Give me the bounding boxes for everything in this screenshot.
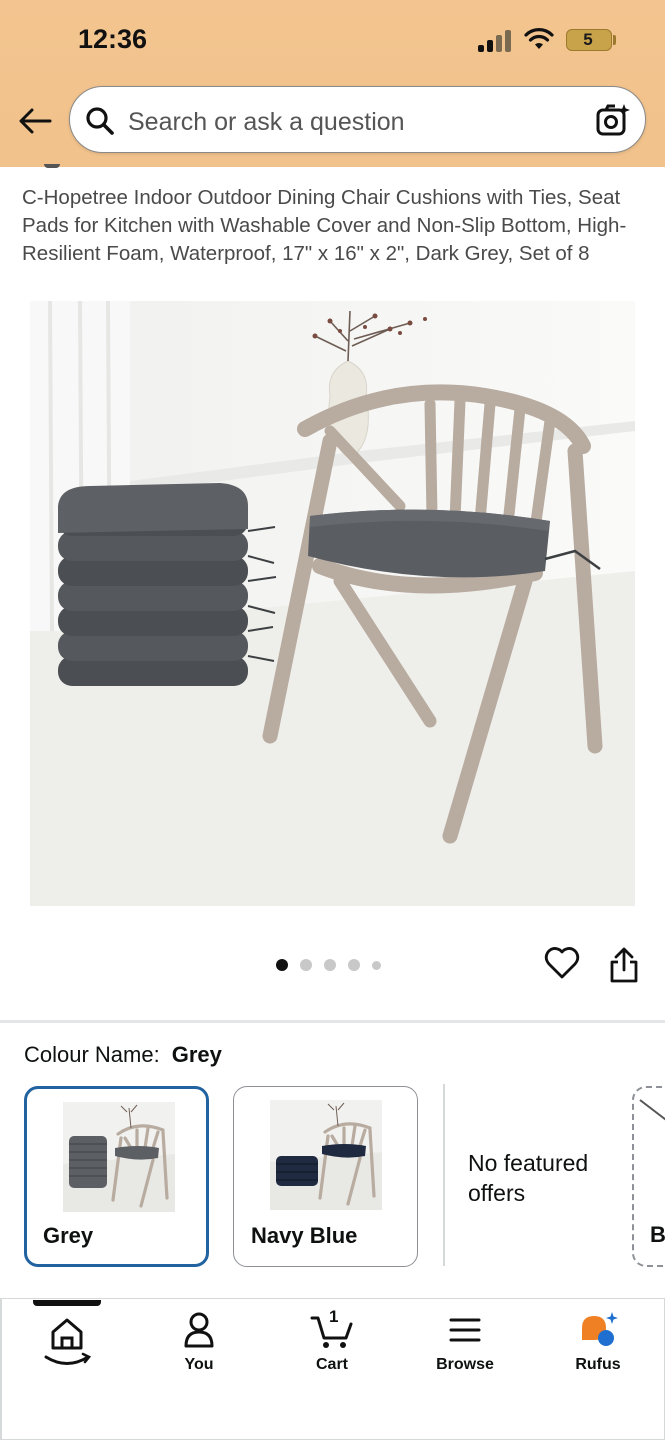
product-photo — [30, 301, 635, 906]
nav-label: Rufus — [575, 1356, 621, 1373]
scroll-hint — [44, 164, 60, 168]
colour-name-row: Colour Name: Grey — [24, 1042, 222, 1068]
back-arrow-icon — [19, 108, 52, 134]
swatch-label: Navy Blue — [251, 1223, 358, 1248]
nav-rufus[interactable]: Rufus — [543, 1310, 653, 1390]
rufus-icon — [582, 1312, 618, 1346]
person-icon — [184, 1312, 214, 1348]
section-divider — [0, 1020, 665, 1023]
nav-cart[interactable]: 1 Cart — [277, 1307, 387, 1390]
wifi-icon — [524, 28, 554, 49]
no-featured-offers: No featured offers — [468, 1150, 589, 1206]
product-title[interactable]: C-Hopetree Indoor Outdoor Dining Chair C… — [22, 184, 642, 268]
nav-home[interactable] — [12, 1310, 122, 1390]
nav-browse[interactable]: Browse — [410, 1310, 520, 1390]
search-icon — [86, 107, 114, 135]
signal-icon — [478, 30, 512, 52]
battery-tip — [613, 35, 616, 45]
status-time: 12:36 — [78, 24, 148, 54]
carousel-dot[interactable] — [276, 959, 288, 971]
camera-lens-icon[interactable] — [595, 102, 631, 138]
carousel-dot[interactable] — [348, 959, 360, 971]
nav-you[interactable]: You — [144, 1310, 254, 1390]
home-icon — [44, 1318, 92, 1365]
share-icon[interactable] — [608, 946, 640, 984]
search-input[interactable]: Search or ask a question — [128, 108, 405, 137]
search-bar[interactable]: Search or ask a question — [69, 86, 646, 153]
swatch-navy-blue[interactable]: Navy Blue — [233, 1086, 418, 1267]
product-image[interactable] — [30, 301, 635, 906]
carousel-dot[interactable] — [324, 959, 336, 971]
nav-edge — [0, 1299, 2, 1440]
swatch-label: Grey — [43, 1223, 94, 1248]
swatch-thumbnail — [63, 1102, 175, 1212]
back-button[interactable] — [14, 100, 56, 142]
nav-label: You — [184, 1356, 214, 1373]
heart-icon[interactable] — [544, 945, 580, 981]
image-carousel-dots[interactable] — [276, 958, 381, 972]
nav-label: Cart — [315, 1356, 348, 1373]
swatch-separator — [443, 1084, 445, 1266]
battery-icon: 5 — [566, 29, 612, 51]
carousel-dot[interactable] — [300, 959, 312, 971]
swatch-thumbnail — [639, 1099, 665, 1121]
nav-label: Browse — [436, 1356, 494, 1373]
battery-level: 5 — [583, 30, 593, 49]
swatch-label: B — [650, 1222, 665, 1247]
swatch-partial[interactable]: B — [632, 1086, 665, 1267]
carousel-dot[interactable] — [372, 960, 381, 970]
colour-name-value: Grey — [171, 1042, 222, 1067]
swatch-thumbnail — [270, 1100, 382, 1210]
swatch-grey[interactable]: Grey — [24, 1086, 209, 1267]
active-tab-indicator — [33, 1300, 101, 1306]
cart-count: 1 — [329, 1307, 339, 1326]
menu-icon — [449, 1318, 481, 1342]
colour-name-label: Colour Name: — [24, 1042, 160, 1067]
top-header: 12:36 5 Search or ask a question — [0, 0, 665, 167]
